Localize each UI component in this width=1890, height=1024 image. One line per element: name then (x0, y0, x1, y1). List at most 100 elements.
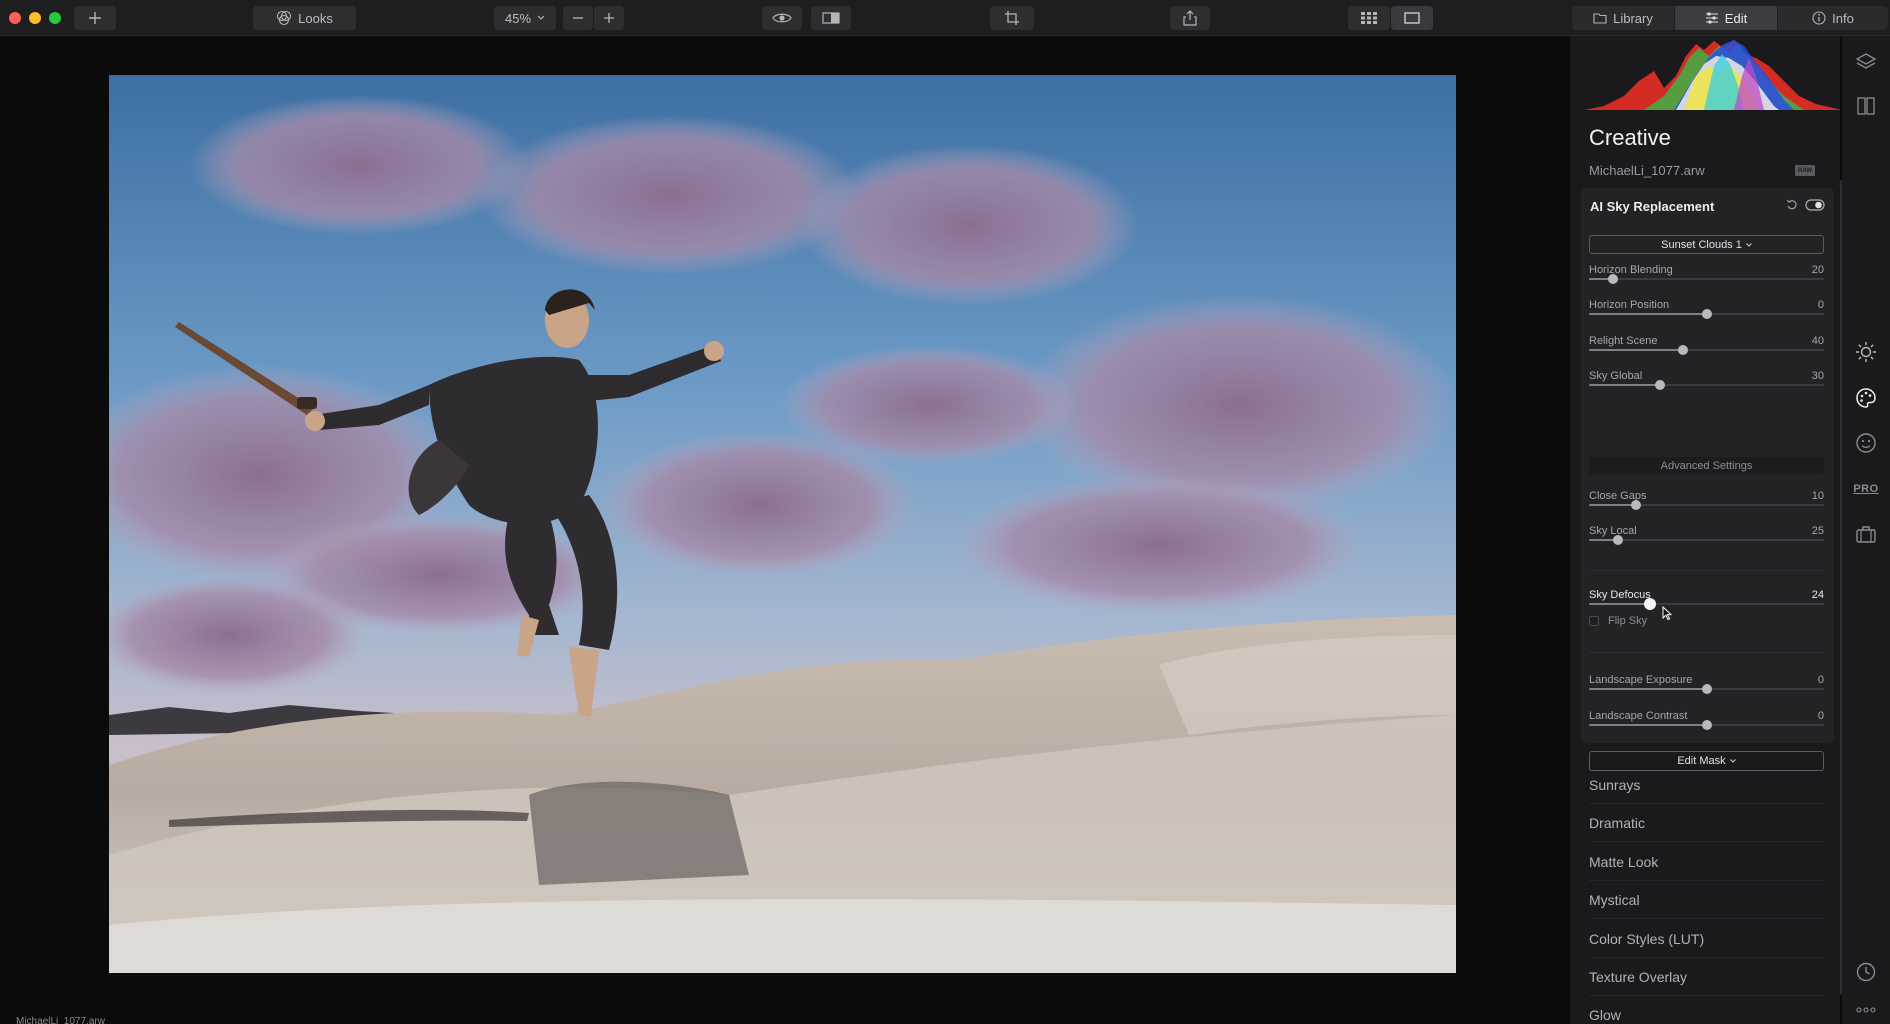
tab-info-label: Info (1832, 10, 1854, 26)
history-clock-icon[interactable] (1854, 960, 1878, 984)
slider-handle[interactable] (1678, 345, 1688, 355)
fullscreen-window-button[interactable] (49, 12, 61, 24)
slider-landscape-contrast[interactable]: Landscape Contrast 0 (1589, 710, 1824, 744)
tool-mystical[interactable]: Mystical (1589, 881, 1824, 919)
compare-button[interactable] (811, 6, 851, 30)
slider-handle[interactable] (1644, 598, 1657, 610)
slider-track[interactable] (1589, 500, 1824, 510)
compare-icon (822, 12, 840, 24)
tool-color-styles-lut[interactable]: Color Styles (LUT) (1589, 920, 1824, 958)
slider-track[interactable] (1589, 380, 1824, 390)
slider-horizon-blending[interactable]: Horizon Blending 20 (1589, 264, 1824, 298)
sky-preset-label: Sunset Clouds 1 (1661, 238, 1742, 251)
slider-horizon-position[interactable]: Horizon Position 0 (1589, 299, 1824, 333)
slider-label: Horizon Blending (1589, 264, 1673, 276)
layers-icon[interactable] (1854, 50, 1878, 74)
slider-fill (1589, 688, 1707, 690)
tab-edit[interactable]: Edit (1675, 6, 1777, 30)
slider-handle[interactable] (1607, 274, 1618, 284)
close-window-button[interactable] (9, 12, 21, 24)
slider-label: Sky Defocus (1589, 589, 1651, 601)
slider-value: 0 (1817, 299, 1824, 311)
tab-info[interactable]: Info (1778, 6, 1888, 30)
flip-sky-label: Flip Sky (1608, 615, 1648, 627)
slider-handle[interactable] (1701, 684, 1712, 694)
file-name: MichaelLi_1077.arw (1589, 163, 1705, 178)
sky-card-title: AI Sky Replacement (1590, 199, 1715, 214)
flip-sky-checkbox[interactable] (1589, 616, 1599, 626)
slider-track[interactable] (1589, 535, 1824, 545)
slider-track[interactable] (1589, 720, 1824, 730)
add-button[interactable] (74, 6, 116, 30)
looks-icon (277, 10, 292, 26)
image-canvas[interactable] (0, 36, 1570, 1024)
tool-glow[interactable]: Glow (1589, 996, 1824, 1024)
flip-sky-row[interactable]: Flip Sky (1589, 615, 1647, 627)
looks-button[interactable]: Looks (253, 6, 356, 30)
slider-value: 20 (1811, 264, 1824, 276)
tool-category-rail: PRO (1842, 36, 1890, 1024)
reset-icon[interactable] (1786, 198, 1798, 216)
slider-landscape-exposure[interactable]: Landscape Exposure 0 (1589, 674, 1824, 708)
advanced-settings-toggle[interactable]: Advanced Settings (1589, 457, 1824, 474)
presets-icon[interactable] (1854, 94, 1878, 118)
tool-texture-overlay[interactable]: Texture Overlay (1589, 958, 1824, 996)
histogram (1584, 40, 1840, 110)
single-view-button[interactable] (1391, 6, 1433, 30)
panel-title: Creative (1589, 125, 1671, 150)
grid-view-button[interactable] (1348, 6, 1390, 30)
chevron-down-icon (537, 15, 545, 20)
zoom-out-button[interactable] (563, 6, 593, 30)
tool-dramatic[interactable]: Dramatic (1589, 804, 1824, 842)
preview-button[interactable] (762, 6, 802, 30)
tool-sunrays[interactable]: Sunrays (1589, 766, 1824, 804)
essentials-sun-icon[interactable] (1854, 340, 1878, 364)
slider-close-gaps[interactable]: Close Gaps 10 (1589, 490, 1824, 524)
slider-handle[interactable] (1701, 720, 1712, 730)
info-icon (1812, 11, 1826, 25)
raw-badge: RAW (1795, 165, 1815, 176)
zoom-dropdown[interactable]: 45% (494, 6, 556, 30)
toggle-icon[interactable] (1805, 198, 1825, 216)
slider-handle[interactable] (1631, 500, 1641, 510)
pro-tools-icon[interactable]: PRO (1853, 477, 1878, 501)
slider-sky-global[interactable]: Sky Global 30 (1589, 370, 1824, 404)
sky-preset-dropdown[interactable]: Sunset Clouds 1 (1589, 235, 1824, 254)
slider-track[interactable] (1589, 345, 1824, 355)
looks-label: Looks (298, 10, 333, 26)
slider-sky-local[interactable]: Sky Local 25 (1589, 525, 1824, 559)
tab-library-label: Library (1613, 10, 1653, 26)
professional-case-icon[interactable] (1854, 522, 1878, 546)
slider-track[interactable] (1589, 309, 1824, 319)
crop-button[interactable] (990, 6, 1034, 30)
zoom-in-button[interactable] (594, 6, 624, 30)
divider (1589, 652, 1824, 653)
slider-value: 25 (1811, 525, 1824, 537)
slider-value: 10 (1811, 490, 1824, 502)
slider-fill (1589, 384, 1660, 386)
share-button[interactable] (1170, 6, 1210, 30)
more-options-icon[interactable] (1854, 998, 1878, 1022)
slider-fill (1589, 603, 1651, 605)
slider-track[interactable] (1589, 274, 1824, 284)
slider-fill (1589, 504, 1636, 506)
mouse-pointer-icon (1662, 605, 1673, 625)
slider-fill (1589, 313, 1707, 315)
slider-relight-scene[interactable]: Relight Scene 40 (1589, 335, 1824, 369)
slider-track[interactable] (1589, 684, 1824, 694)
tab-library[interactable]: Library (1572, 6, 1674, 30)
portrait-face-icon[interactable] (1854, 431, 1878, 455)
photo-image (109, 75, 1456, 973)
slider-fill (1589, 724, 1707, 726)
slider-label: Landscape Contrast (1589, 710, 1688, 722)
creative-palette-icon[interactable] (1854, 386, 1878, 410)
slider-track[interactable] (1589, 598, 1824, 610)
share-icon (1183, 10, 1197, 26)
slider-handle[interactable] (1654, 380, 1665, 390)
slider-label: Sky Local (1589, 525, 1637, 537)
minimize-window-button[interactable] (29, 12, 41, 24)
slider-handle[interactable] (1701, 309, 1712, 319)
slider-handle[interactable] (1613, 535, 1624, 545)
tool-matte-look[interactable]: Matte Look (1589, 843, 1824, 881)
photo-preview[interactable] (109, 75, 1456, 973)
